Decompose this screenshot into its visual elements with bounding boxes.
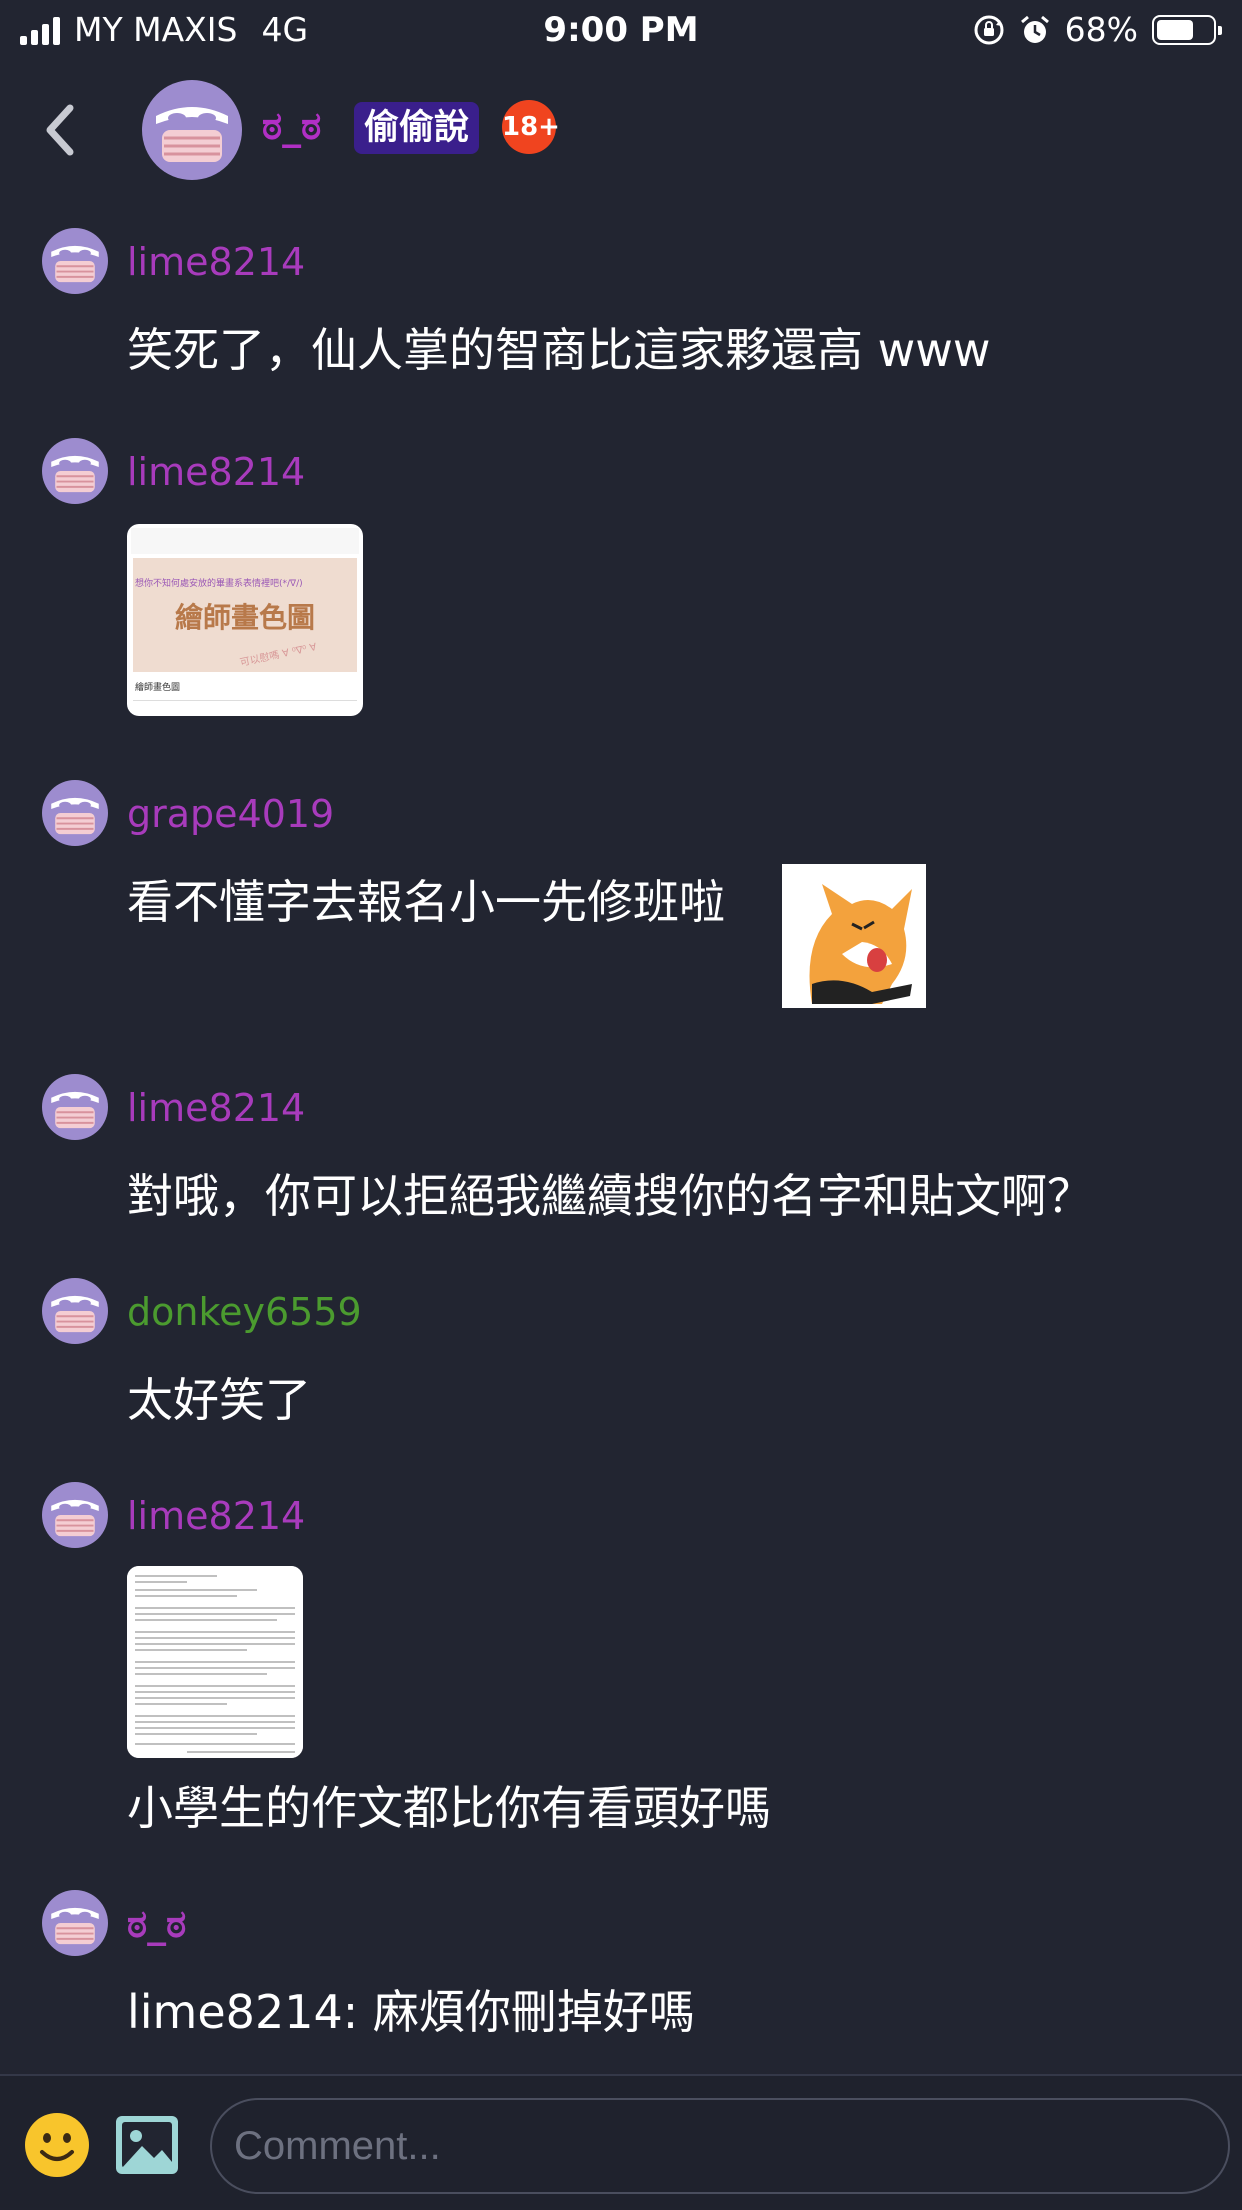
message-item: lime8214 對哦，你可以拒絕我繼續搜你的名字和貼文啊？ bbox=[0, 1074, 1242, 1224]
message-username[interactable]: ಠ_ಠ bbox=[127, 1902, 186, 1947]
message-item: lime8214 笑死了，仙人掌的智商比這家夥還高 www bbox=[0, 228, 1242, 378]
user-avatar[interactable] bbox=[42, 228, 108, 294]
topic-badge[interactable]: 偷偷說 bbox=[354, 102, 480, 154]
image-caption: 繪師畫色圖 bbox=[135, 683, 181, 693]
header-username[interactable]: ಠ_ಠ bbox=[262, 104, 321, 149]
message-text: 小學生的作文都比你有看頭好嗎 bbox=[127, 1781, 771, 1835]
message-item: grape4019 看不懂字去報名小一先修班啦 bbox=[0, 780, 1242, 1020]
age-rating-badge: 18+ bbox=[502, 100, 560, 154]
message-item: donkey6559 太好笑了 bbox=[0, 1278, 1242, 1428]
group-avatar[interactable] bbox=[142, 80, 242, 180]
message-text: 看不懂字去報名小一先修班啦 bbox=[127, 875, 725, 929]
message-item: ಠ_ಠ lime8214: 麻煩你刪掉好嗎 bbox=[0, 1890, 1242, 2040]
user-avatar[interactable] bbox=[42, 1074, 108, 1140]
status-right: 68% bbox=[973, 10, 1222, 49]
image-top-text: 想你不知何處安放的畢畫系表情裡吧(*/∇/) bbox=[135, 579, 303, 589]
shared-image-thumbnail[interactable]: 想你不知何處安放的畢畫系表情裡吧(*/∇/) 繪師畫色圖 可以慰嗎 ∀ ⁰∇⁰ … bbox=[127, 524, 363, 716]
message-text: lime8214: 麻煩你刪掉好嗎 bbox=[127, 1985, 695, 2039]
chat-header: ಠ_ಠ 偷偷說 18+ bbox=[0, 70, 1242, 190]
comment-composer bbox=[0, 2074, 1242, 2210]
battery-icon bbox=[1152, 14, 1222, 45]
user-avatar[interactable] bbox=[42, 1482, 108, 1548]
message-text: 太好笑了 bbox=[127, 1373, 311, 1427]
fox-sticker[interactable] bbox=[782, 864, 926, 1008]
comment-input[interactable] bbox=[210, 2098, 1230, 2194]
back-chevron-icon[interactable] bbox=[40, 100, 80, 160]
document-image-thumbnail[interactable] bbox=[127, 1566, 303, 1758]
message-username[interactable]: donkey6559 bbox=[127, 1290, 362, 1334]
user-avatar[interactable] bbox=[42, 438, 108, 504]
message-username[interactable]: lime8214 bbox=[127, 1086, 305, 1130]
message-text: 對哦，你可以拒絕我繼續搜你的名字和貼文啊？ bbox=[127, 1169, 1093, 1223]
rotation-lock-icon bbox=[974, 15, 1004, 44]
alarm-icon bbox=[1020, 15, 1049, 43]
message-item: lime8214 想你不知何處安放的畢畫系表情裡吧(*/∇/) 繪師畫色圖 可以… bbox=[0, 438, 1242, 718]
status-bar: MY MAXIS 4G 9:00 PM 68% bbox=[0, 0, 1242, 62]
user-avatar[interactable] bbox=[42, 1278, 108, 1344]
user-avatar[interactable] bbox=[42, 780, 108, 846]
message-username[interactable]: grape4019 bbox=[127, 792, 334, 836]
message-text: 笑死了，仙人掌的智商比這家夥還高 www bbox=[127, 323, 991, 377]
emoji-icon[interactable] bbox=[24, 2112, 90, 2178]
message-username[interactable]: lime8214 bbox=[127, 1494, 305, 1538]
user-avatar[interactable] bbox=[42, 1890, 108, 1956]
image-upload-icon[interactable] bbox=[114, 2114, 180, 2176]
message-username[interactable]: lime8214 bbox=[127, 240, 305, 284]
message-username[interactable]: lime8214 bbox=[127, 450, 305, 494]
image-title: 繪師畫色圖 bbox=[174, 601, 315, 634]
battery-percent: 68% bbox=[1064, 10, 1138, 49]
message-item: lime8214 小學生的作文都比你有看頭好嗎 bbox=[0, 1482, 1242, 1842]
document-preview bbox=[127, 1566, 303, 1758]
